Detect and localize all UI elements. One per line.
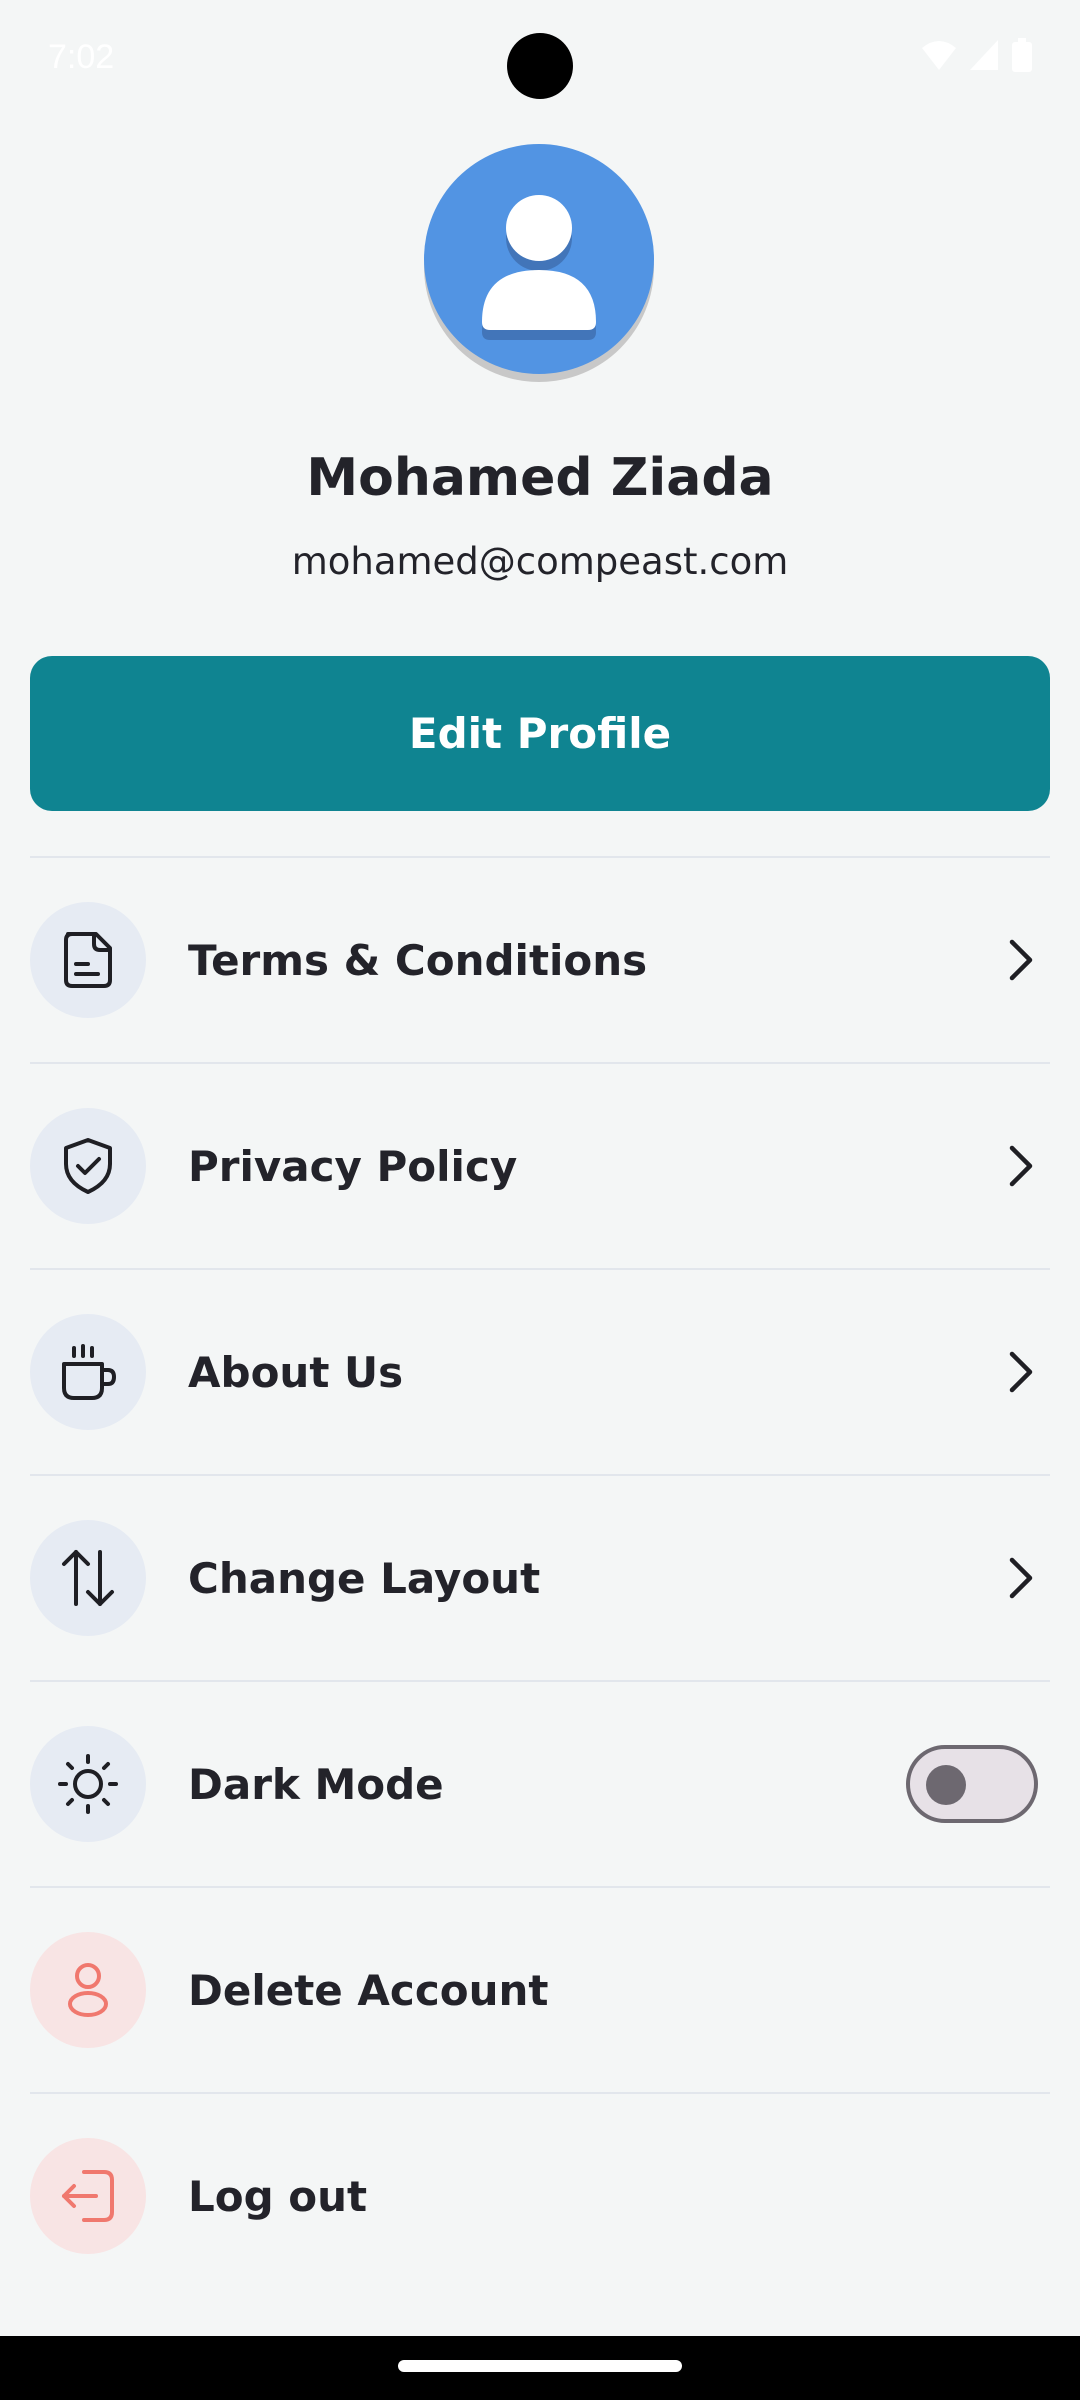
menu-item-terms-conditions[interactable]: Terms & Conditions bbox=[30, 857, 1050, 1063]
wifi-icon bbox=[922, 41, 956, 70]
shield-check-icon bbox=[64, 1138, 112, 1194]
coffee-cup-icon bbox=[62, 1344, 116, 1400]
battery-icon bbox=[1012, 38, 1032, 72]
status-icons bbox=[922, 38, 1032, 72]
menu-item-dark-mode: Dark Mode bbox=[30, 1681, 1050, 1887]
home-indicator[interactable] bbox=[398, 2360, 682, 2372]
edit-profile-button[interactable]: Edit Profile bbox=[30, 656, 1050, 811]
sun-icon bbox=[58, 1754, 118, 1814]
menu-item-log-out[interactable]: Log out bbox=[30, 2093, 1050, 2299]
chevron-right-icon bbox=[1009, 1145, 1033, 1187]
menu-item-label: Terms & Conditions bbox=[188, 935, 648, 985]
avatar[interactable] bbox=[424, 144, 656, 384]
chevron-right-icon bbox=[1009, 1557, 1033, 1599]
menu-item-label: Dark Mode bbox=[188, 1759, 444, 1809]
dark-mode-toggle[interactable] bbox=[906, 1745, 1038, 1823]
menu-item-label: About Us bbox=[188, 1347, 404, 1397]
person-icon bbox=[482, 195, 596, 340]
status-bar: 7:02 bbox=[0, 0, 1080, 120]
user-name: Mohamed Ziada bbox=[306, 448, 774, 508]
menu-item-label: Log out bbox=[188, 2171, 368, 2221]
user-icon bbox=[68, 1963, 108, 2017]
sort-arrows-icon bbox=[62, 1550, 114, 1606]
menu-item-label: Delete Account bbox=[188, 1965, 549, 2015]
user-email: mohamed@compeast.com bbox=[291, 540, 789, 583]
cellular-signal-icon bbox=[970, 40, 998, 70]
menu-item-privacy-policy[interactable]: Privacy Policy bbox=[30, 1063, 1050, 1269]
chevron-right-icon bbox=[1009, 1351, 1033, 1393]
chevron-right-icon bbox=[1009, 939, 1033, 981]
menu-item-label: Privacy Policy bbox=[188, 1141, 518, 1191]
menu-item-about-us[interactable]: About Us bbox=[30, 1269, 1050, 1475]
menu-item-delete-account[interactable]: Delete Account bbox=[30, 1887, 1050, 2093]
status-time: 7:02 bbox=[48, 38, 115, 76]
menu-item-change-layout[interactable]: Change Layout bbox=[30, 1475, 1050, 1681]
menu-item-label: Change Layout bbox=[188, 1553, 541, 1603]
document-icon bbox=[64, 932, 112, 988]
camera-cutout bbox=[507, 33, 573, 99]
toggle-knob bbox=[926, 1765, 966, 1805]
logout-icon bbox=[62, 2170, 114, 2222]
